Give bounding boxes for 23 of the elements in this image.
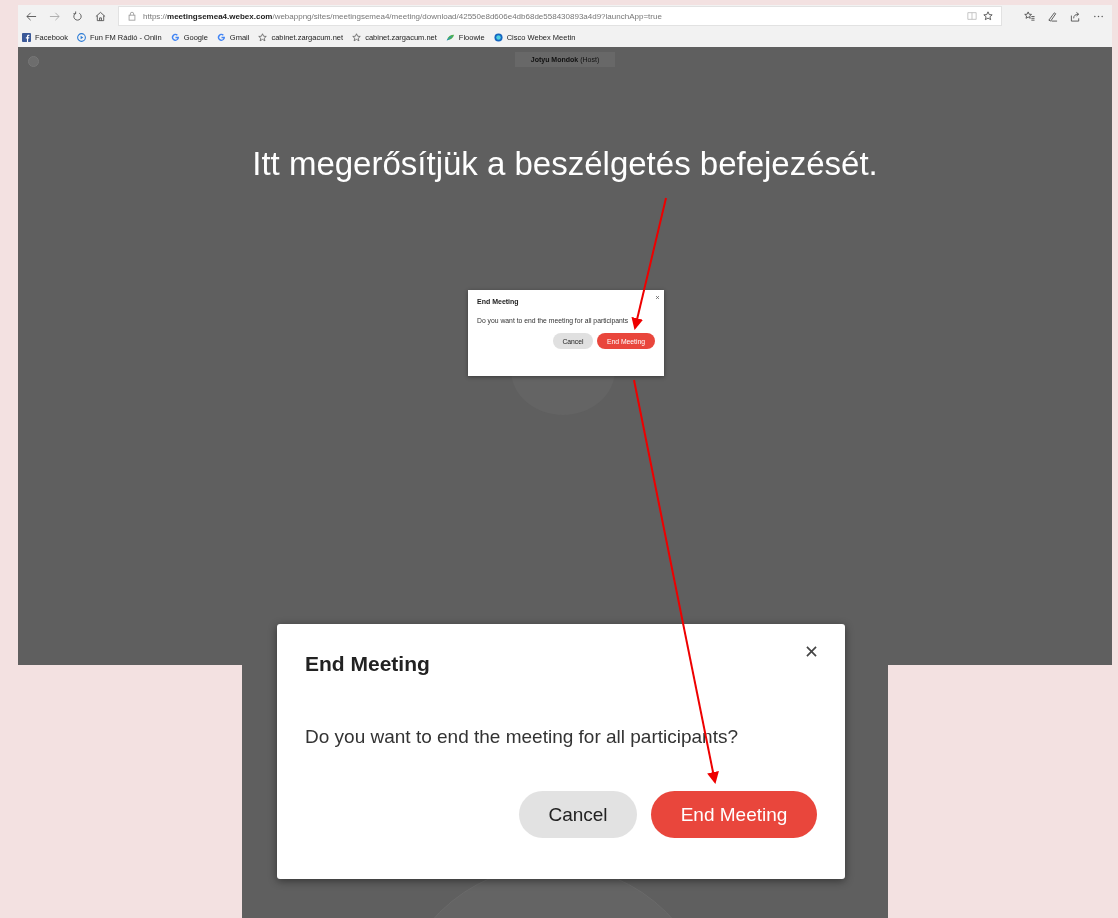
star-icon: [352, 32, 362, 42]
close-icon[interactable]: [805, 645, 818, 658]
leaf-icon: [445, 32, 455, 42]
favorites-icon[interactable]: [1024, 10, 1035, 22]
webex-logo-icon: [493, 32, 503, 42]
facebook-logo-icon: [22, 32, 31, 42]
lock-icon: [127, 11, 137, 21]
share-icon[interactable]: [1070, 10, 1081, 22]
end-meeting-button[interactable]: End Meeting: [651, 791, 817, 838]
cancel-button[interactable]: Cancel: [519, 791, 637, 838]
home-icon[interactable]: [95, 10, 106, 22]
star-icon: [258, 32, 268, 42]
pen-icon[interactable]: [1047, 10, 1058, 22]
back-icon[interactable]: [26, 10, 37, 22]
dialog-title: End Meeting: [305, 652, 430, 676]
close-icon[interactable]: [655, 295, 660, 300]
annotation-caption: Itt megerősítjük a beszélgetés befejezését.: [251, 145, 879, 183]
g-logo-icon: [216, 32, 226, 42]
star-icon[interactable]: [983, 11, 993, 21]
address-bar[interactable]: https://meetingsemea4.webex.com/webappng/sites/meetingsemea4/meeting/download/42550e8d606e4db68de558430893a4d9?launchApp=true: [118, 6, 1002, 26]
play-circle-icon: [76, 32, 86, 42]
g-logo-icon: [170, 32, 180, 42]
refresh-icon[interactable]: [72, 10, 83, 22]
